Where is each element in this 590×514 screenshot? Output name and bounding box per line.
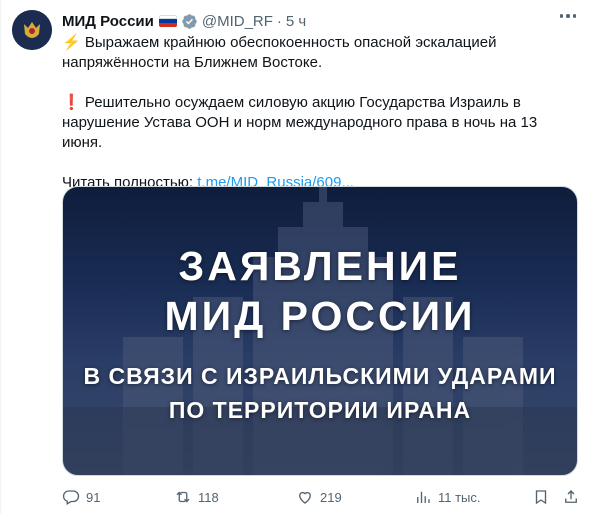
views-button[interactable]: 11 тыс. [414,488,481,506]
account-handle[interactable]: @MID_RF [202,13,273,30]
verified-badge-icon [182,13,197,29]
avatar[interactable] [12,10,52,50]
account-name[interactable]: МИД России [62,13,154,30]
media-title-line-1: ЗАЯВЛЕНИЕ [178,243,462,289]
reply-count: 91 [86,489,101,505]
repost-count: 118 [198,489,219,505]
russia-flag-icon [158,15,177,27]
tweet-header: МИД России @MID_RF · 5 ч [62,12,570,30]
bookmark-icon [535,490,547,505]
more-dot-icon [572,14,576,18]
like-count: 219 [320,489,342,505]
repost-icon [176,491,190,503]
coat-of-arms-icon [12,10,52,50]
views-chart-icon [417,491,430,503]
repost-button[interactable]: 118 [174,488,219,506]
reply-icon [62,490,80,505]
separator-dot: · [276,12,282,30]
media-subtitle-line-2: ПО ТЕРРИТОРИИ ИРАНА [168,397,472,423]
share-button[interactable] [562,488,580,506]
tweet-paragraph-1: ⚡ Выражаем крайнюю обеспокоенность опасн… [62,34,497,71]
reply-button[interactable]: 91 [62,488,100,506]
tweet-time[interactable]: 5 ч [286,13,306,30]
more-options-button[interactable] [559,14,576,18]
more-dot-icon [566,14,570,18]
bookmark-button[interactable] [532,488,550,506]
timeline-border [0,0,1,514]
heart-icon [299,491,311,504]
share-icon [565,490,577,503]
like-button[interactable]: 219 [296,488,342,506]
tweet-text: ⚡ Выражаем крайнюю обеспокоенность опасн… [62,33,577,193]
tweet-media-image[interactable]: ЗАЯВЛЕНИЕ МИД РОССИИ В СВЯЗИ С ИЗРАИЛЬСК… [62,186,578,476]
views-count: 11 тыс. [438,489,481,505]
tweet-actions: 91 118 219 11 тыс. [62,488,582,508]
media-title-line-2: МИД РОССИИ [164,293,476,339]
more-dot-icon [559,14,563,18]
tweet-paragraph-2: ❗ Решительно осуждаем силовую акцию Госу… [62,94,538,151]
media-subtitle-line-1: В СВЯЗИ С ИЗРАИЛЬСКИМИ УДАРАМИ [83,363,557,389]
